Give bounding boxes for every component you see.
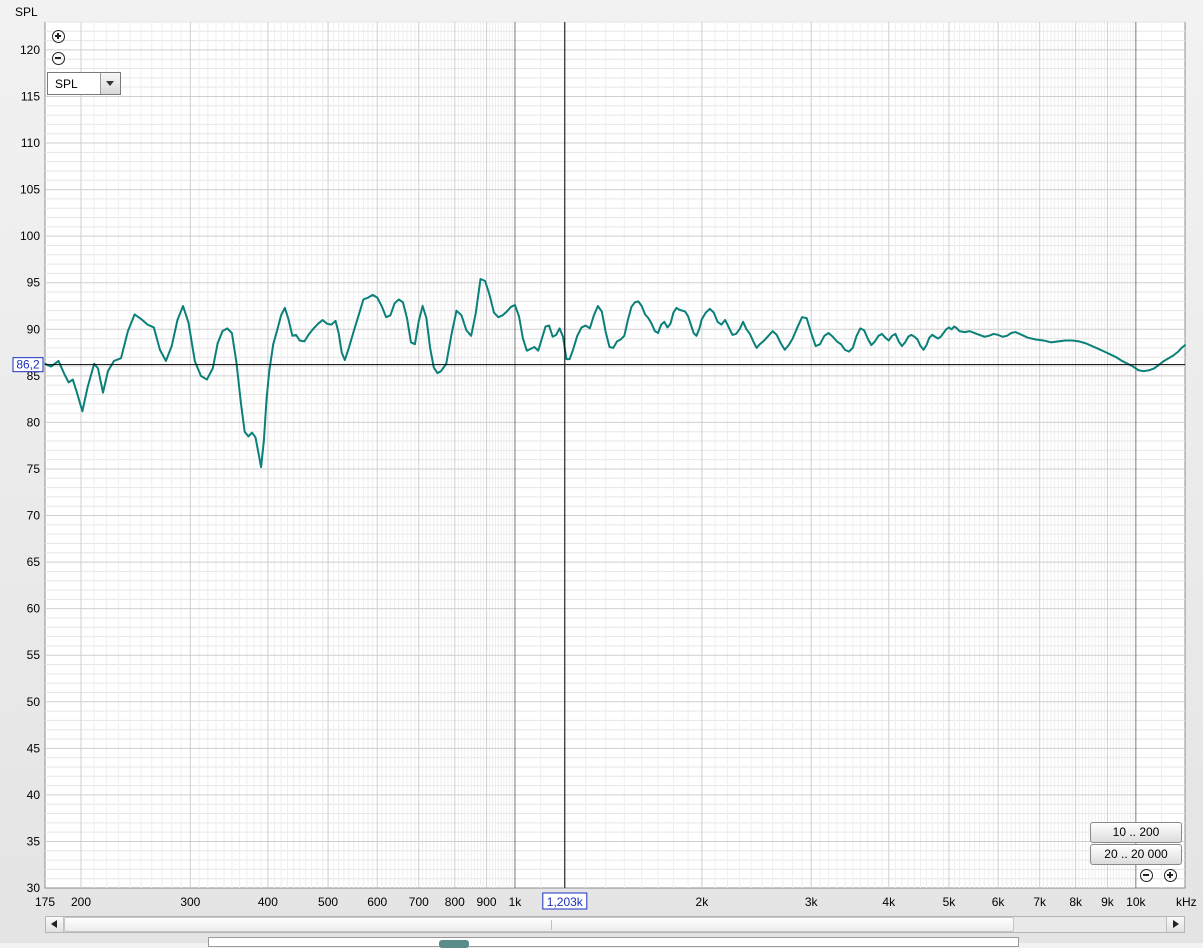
cursor-x-readout: 1,203k: [547, 895, 584, 909]
x-tick-label: 200: [71, 895, 91, 909]
x-tick-label: 8k: [1069, 895, 1083, 909]
measurement-select-value: SPL: [55, 77, 78, 91]
x-tick-label: 600: [367, 895, 387, 909]
y-tick-label: 70: [27, 509, 41, 523]
zoom-out-icon[interactable]: [52, 52, 65, 65]
scrollbar-grip: [551, 920, 552, 930]
scrollbar-thumb[interactable]: [64, 917, 1014, 932]
zoom-in-icon[interactable]: [52, 30, 65, 43]
bottom-panel: [208, 937, 1019, 948]
y-tick-label: 100: [20, 229, 40, 243]
y-tick-label: 90: [27, 322, 41, 336]
y-tick-label: 65: [27, 555, 41, 569]
y-tick-label: 80: [27, 415, 41, 429]
x-zoom-in-icon[interactable]: [1164, 869, 1177, 882]
scroll-left-arrow-icon[interactable]: [46, 917, 64, 932]
y-tick-label: 45: [27, 741, 41, 755]
x-tick-label: 2k: [696, 895, 710, 909]
y-tick-label: 50: [27, 695, 41, 709]
measurement-select[interactable]: SPL: [47, 72, 121, 95]
x-tick-label: 5k: [943, 895, 957, 909]
y-tick-label: 40: [27, 788, 41, 802]
y-tick-label: 30: [27, 881, 41, 895]
y-tick-label: 55: [27, 648, 41, 662]
x-axis-unit: kHz: [1176, 895, 1197, 909]
x-tick-label: 300: [180, 895, 200, 909]
x-tick-label: 175: [35, 895, 55, 909]
x-tick-label: 900: [477, 895, 497, 909]
x-tick-label: 800: [445, 895, 465, 909]
x-tick-label: 7k: [1033, 895, 1047, 909]
y-tick-label: 105: [20, 183, 40, 197]
y-tick-label: 95: [27, 276, 41, 290]
x-tick-label: 4k: [882, 895, 896, 909]
y-tick-label: 35: [27, 834, 41, 848]
chevron-down-icon[interactable]: [100, 73, 120, 94]
range-button-20-20000[interactable]: 20 .. 20 000: [1090, 844, 1182, 865]
x-tick-label: 6k: [992, 895, 1006, 909]
y-axis-title: SPL: [15, 5, 38, 19]
x-tick-label: 1k: [509, 895, 523, 909]
y-tick-label: 115: [21, 89, 40, 103]
x-tick-label: 10k: [1126, 895, 1146, 909]
x-zoom-out-icon[interactable]: [1140, 869, 1153, 882]
horizontal-scrollbar[interactable]: [45, 916, 1185, 933]
cursor-y-readout: 86,2: [16, 358, 40, 372]
y-tick-label: 110: [21, 136, 40, 150]
x-tick-label: 400: [258, 895, 278, 909]
x-tick-label: 3k: [805, 895, 819, 909]
x-tick-label: 700: [409, 895, 429, 909]
scroll-right-arrow-icon[interactable]: [1166, 917, 1184, 932]
y-tick-label: 60: [27, 602, 41, 616]
bottom-panel-tab[interactable]: [439, 940, 469, 948]
range-button-10-200[interactable]: 10 .. 200: [1090, 822, 1182, 843]
y-tick-label: 75: [27, 462, 41, 476]
x-tick-label: 9k: [1101, 895, 1115, 909]
x-tick-label: 500: [318, 895, 338, 909]
y-tick-label: 120: [20, 43, 40, 57]
spl-chart[interactable]: 3035404550556065707580859095100105110115…: [0, 0, 1203, 943]
